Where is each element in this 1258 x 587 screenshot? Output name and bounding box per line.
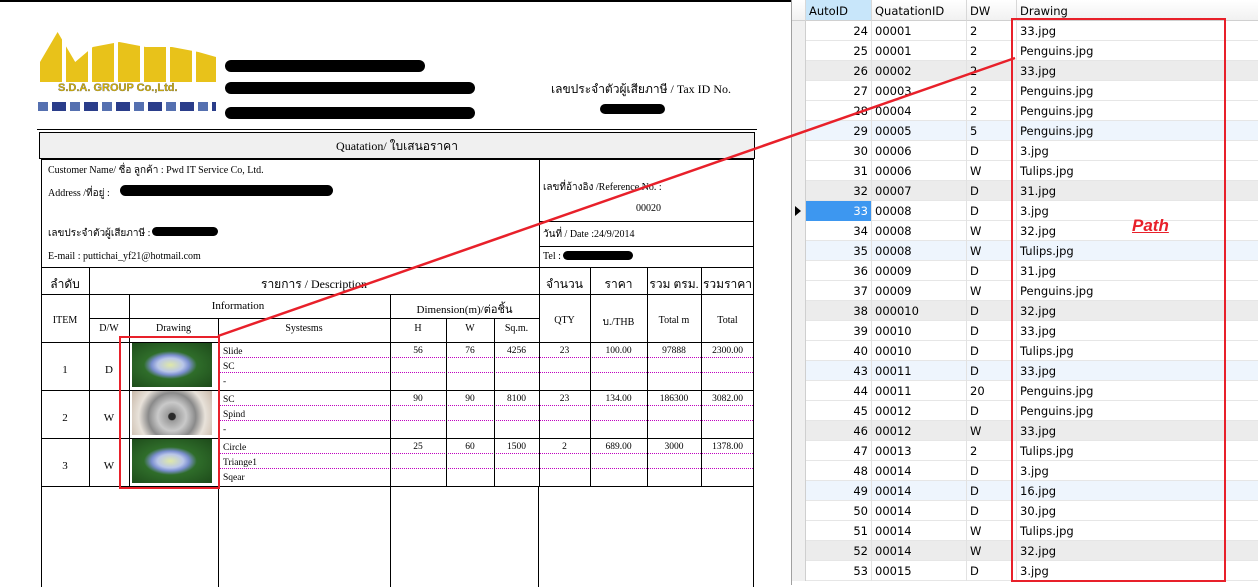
annotation-path-label: Path [1132,216,1169,235]
annotation-box-path-column [1011,18,1226,582]
annotation-box-drawings [119,336,220,489]
annotation-connector [217,56,1016,338]
